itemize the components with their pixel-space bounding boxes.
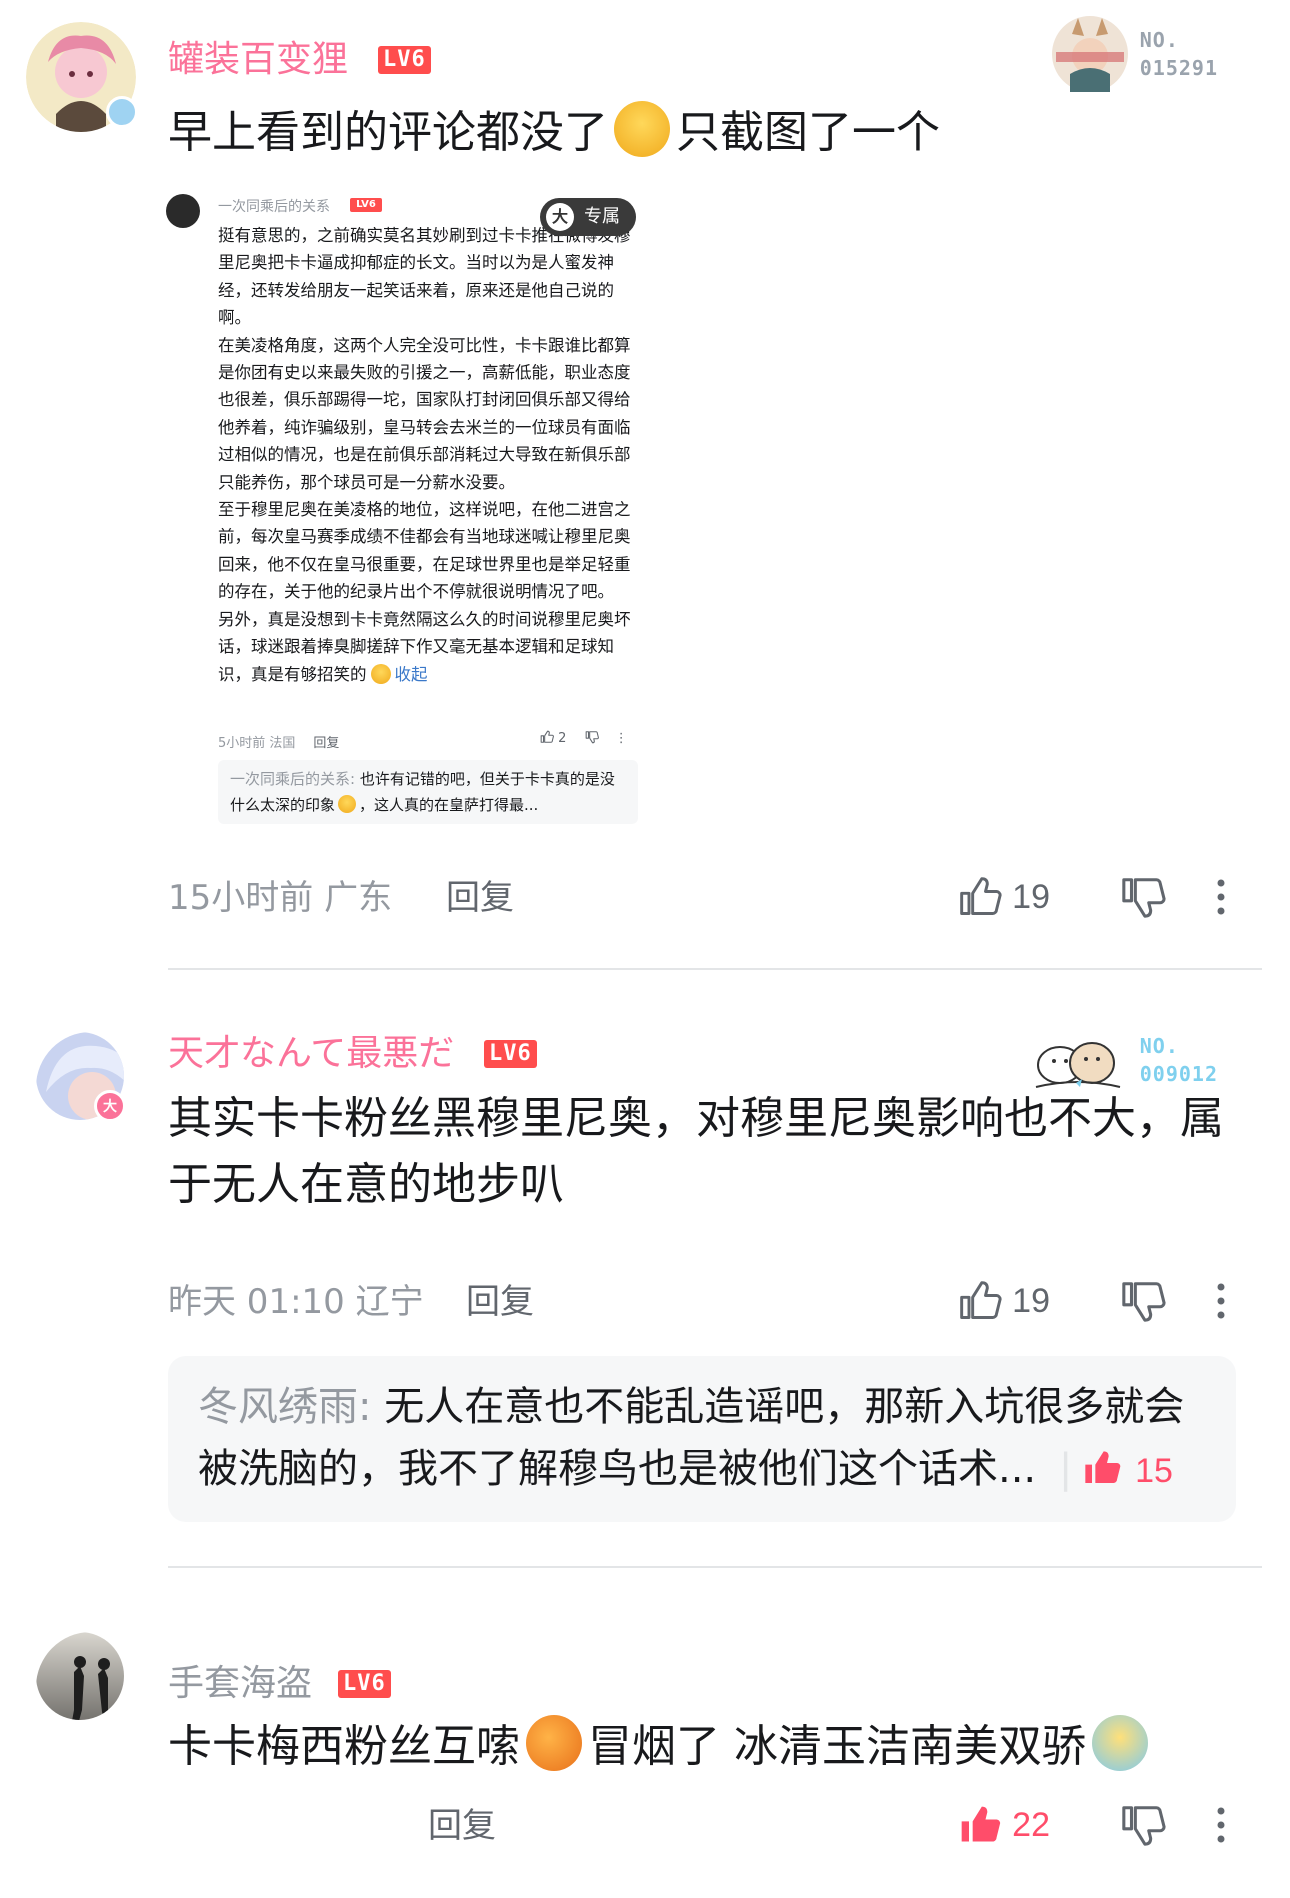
laugh-cry-emoji	[614, 101, 670, 157]
comment-meta: 昨天 01:10 辽宁	[168, 1282, 424, 1322]
thumb-down-icon[interactable]	[1120, 1802, 1166, 1848]
more-icon[interactable]	[1214, 1802, 1228, 1848]
more-icon[interactable]	[1214, 1278, 1228, 1324]
fan-card-avatar-icon	[1051, 16, 1128, 92]
like-count: 19	[1012, 877, 1050, 916]
thumb-down-icon[interactable]	[1120, 874, 1166, 920]
screenshot-like: 2 ⋮	[540, 730, 628, 746]
comment-text: 卡卡梅西粉丝互嗦 冒烟了 冰清玉洁南美双骄	[168, 1714, 1238, 1780]
screenshot-username: 一次同乘后的关系	[218, 199, 330, 215]
fan-card[interactable]: NO. 015291	[1050, 14, 1218, 94]
shrug-emoji	[1092, 1715, 1148, 1771]
laugh-cry-emoji	[370, 663, 391, 684]
fan-card-number: NO. 009012	[1139, 1034, 1218, 1086]
reply-button[interactable]: 回复	[466, 1282, 534, 1322]
more-icon[interactable]	[1214, 874, 1228, 920]
thumb-up-icon	[960, 877, 1002, 915]
thumb-up-icon	[540, 730, 554, 743]
comment-text: 早上看到的评论都没了 只截图了一个	[168, 100, 1238, 166]
screenshot-comment-text: 挺有意思的，之前确实莫名其妙刷到过卡卡推在微博发穆里尼奥把卡卡逼成抑郁症的长文。…	[218, 226, 631, 684]
sub-reply-box[interactable]: 冬风绣雨: 无人在意也不能乱造谣吧，那新入坑很多就会被洗脑的，我不了解穆鸟也是被…	[168, 1356, 1236, 1522]
attached-screenshot-image[interactable]: 一次同乘后的关系 LV6 挺有意思的，之前确实莫名其妙刷到过卡卡推在微博发穆里尼…	[160, 178, 650, 838]
level-badge: LV6	[338, 1670, 391, 1698]
comment-2: 大 天才なんて最悪だ LV6 NO. 009012 其实卡卡粉丝黑穆里尼奥，对穆…	[0, 980, 1290, 1570]
username[interactable]: 天才なんて最悪だ	[168, 1032, 454, 1076]
orange-emoji	[526, 1715, 582, 1771]
username[interactable]: 手套海盗	[168, 1662, 312, 1706]
thumb-up-icon	[960, 1281, 1002, 1319]
sub-reply-username[interactable]: 冬风绣雨:	[198, 1384, 371, 1430]
like-button[interactable]: 19	[958, 1276, 1050, 1326]
divider	[168, 1566, 1262, 1568]
like-count: 22	[1012, 1805, 1050, 1844]
comment-text: 其实卡卡粉丝黑穆里尼奥，对穆里尼奥影响也不大，属于无人在意的地步叭	[168, 1093, 1224, 1210]
comment-3: 手套海盗 LV6 卡卡梅西粉丝互嗦 冒烟了 冰清玉洁南美双骄 回复 22	[0, 1570, 1290, 1898]
level-badge: LV6	[484, 1040, 537, 1068]
screenshot-collapse-link: 收起	[394, 664, 428, 684]
divider	[168, 968, 1262, 970]
screenshot-level-badge: LV6	[350, 198, 382, 212]
screenshot-meta: 5小时前 法国 回复	[218, 736, 340, 751]
fan-card-number: NO. 015291	[1139, 28, 1218, 80]
reply-button[interactable]: 回复	[428, 1806, 496, 1846]
avatar-badge-icon: 大	[94, 1090, 126, 1122]
avatar-image	[36, 1632, 124, 1720]
username[interactable]: 罐装百变狸	[168, 38, 348, 82]
comment-meta: 15小时前 广东	[168, 878, 393, 918]
thumb-down-icon[interactable]	[1120, 1278, 1166, 1324]
reply-button[interactable]: 回复	[446, 878, 514, 918]
like-button[interactable]: 22	[958, 1800, 1050, 1850]
sub-reply-like: | 15	[1058, 1446, 1173, 1492]
vip-badge-icon	[106, 96, 138, 128]
screenshot-exclusive-tag: 大专属	[540, 198, 636, 236]
screenshot-avatar	[166, 194, 200, 228]
screenshot-sub-reply: 一次同乘后的关系: 也许有记错的吧，但关于卡卡真的是没什么太深的印象 ，这人真的在…	[218, 760, 638, 824]
level-badge: LV6	[378, 46, 431, 74]
like-count: 19	[1012, 1281, 1050, 1320]
laugh-cry-emoji	[338, 795, 357, 813]
thumb-up-filled-icon	[961, 1806, 1001, 1842]
thumb-up-filled-icon	[1085, 1451, 1121, 1483]
comment-1: 罐装百变狸 LV6 NO. 015291 早上看到的评论都没了 只截图了一个 一次…	[0, 0, 1290, 980]
like-button[interactable]: 19	[958, 872, 1050, 922]
avatar[interactable]	[36, 1632, 124, 1720]
thumb-down-icon	[585, 731, 599, 744]
more-icon: ⋮	[614, 731, 628, 746]
fan-card-dogs-icon	[1035, 1042, 1120, 1088]
